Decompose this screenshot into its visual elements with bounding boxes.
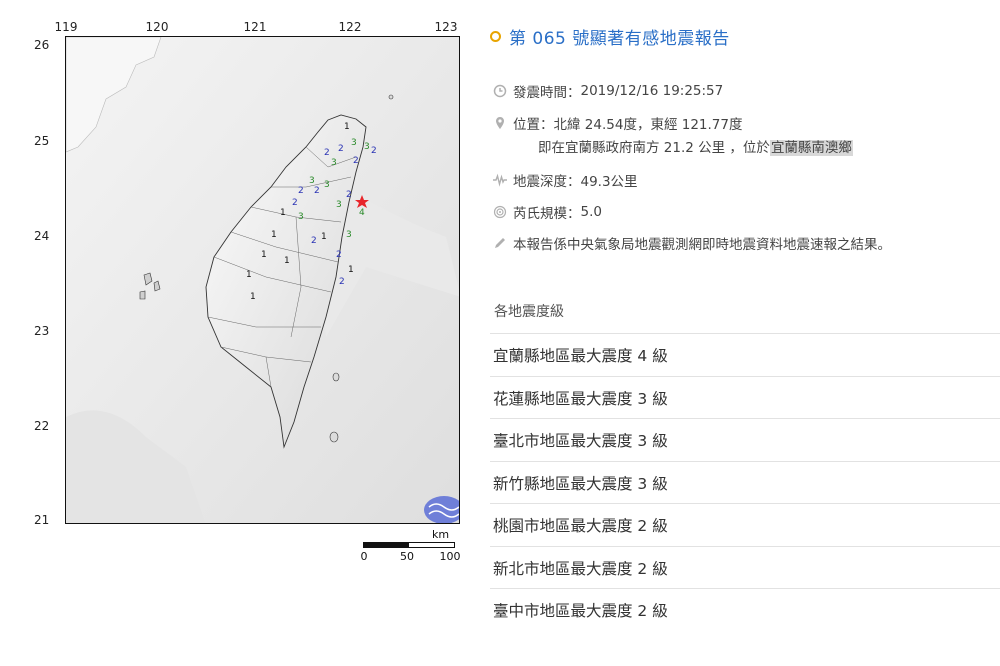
intensity-2: 2 xyxy=(353,156,359,166)
intensity-3: 3 xyxy=(331,158,337,168)
clock-icon xyxy=(493,84,507,98)
earthquake-report: 第 065 號顯著有感地震報告 發震時間： 2019/12/16 19:25:5… xyxy=(490,0,1000,666)
lat-tick: 26 xyxy=(34,38,50,52)
intensity-3: 3 xyxy=(336,200,342,210)
intensity-1: 1 xyxy=(284,256,290,266)
lat-tick: 22 xyxy=(34,419,50,433)
intensity-4: 4 xyxy=(359,208,365,218)
report-title: 第 065 號顯著有感地震報告 xyxy=(509,29,730,49)
note-row: 本報告係中央氣象局地震觀測網即時地震資料地震速報之結果。 xyxy=(493,233,891,253)
intensity-1: 1 xyxy=(344,122,350,132)
scale-unit: km xyxy=(432,528,450,541)
lat-tick: 23 xyxy=(34,324,50,338)
scale-label: 0 xyxy=(360,550,368,563)
intensity-1: 1 xyxy=(250,292,256,302)
lat-tick: 24 xyxy=(34,229,50,243)
intensity-3: 3 xyxy=(298,212,304,222)
lon-tick: 121 xyxy=(243,20,267,34)
intensity-3: 3 xyxy=(351,138,357,148)
location-detail: 即在宜蘭縣政府南方 21.2 公里 ，位於 xyxy=(538,140,770,156)
location-row: 位置： 北緯 24.54度，東經 121.77度 xyxy=(493,113,742,133)
intensity-2: 2 xyxy=(324,148,330,158)
lon-tick: 120 xyxy=(145,20,169,34)
lon-tick: 122 xyxy=(338,20,362,34)
magnitude-value: 5.0 xyxy=(580,204,602,220)
list-item: 臺中市地區最大震度 2 級 xyxy=(490,588,1000,631)
scale-bar xyxy=(363,542,455,548)
intensity-2: 2 xyxy=(298,186,304,196)
location-detail-row: 即在宜蘭縣政府南方 21.2 公里 ，位於宜蘭縣南澳鄉 xyxy=(538,136,853,156)
map-frame: 1 2 2 3 3 3 2 3 2 2 3 2 3 1 3 2 2 1 1 1 xyxy=(65,36,460,524)
time-label: 發震時間： xyxy=(513,85,581,101)
intensity-list: 宜蘭縣地區最大震度 4 級 花蓮縣地區最大震度 3 級 臺北市地區最大震度 3 … xyxy=(490,333,1000,631)
lat-tick: 25 xyxy=(34,134,50,148)
intensity-2: 2 xyxy=(336,250,342,260)
lon-tick: 119 xyxy=(54,20,78,34)
intensity-2: 2 xyxy=(314,186,320,196)
earthquake-map: 119 120 121 122 123 26 25 24 23 22 21 1 … xyxy=(30,18,470,563)
scale-label: 100 xyxy=(439,550,461,563)
intensity-section-title: 各地震度級 xyxy=(494,304,564,320)
intensity-3: 3 xyxy=(324,180,330,190)
intensity-2: 2 xyxy=(339,277,345,287)
location-town: 宜蘭縣南澳鄉 xyxy=(769,140,853,156)
seismic-wave-icon xyxy=(493,173,507,187)
taiwan-relief-map: 1 2 2 3 3 3 2 3 2 2 3 2 3 1 3 2 2 1 1 1 xyxy=(66,37,459,523)
report-note: 本報告係中央氣象局地震觀測網即時地震資料地震速報之結果。 xyxy=(513,237,891,253)
intensity-1: 1 xyxy=(280,208,286,218)
intensity-1: 1 xyxy=(271,230,277,240)
time-value: 2019/12/16 19:25:57 xyxy=(580,83,724,99)
intensity-2: 2 xyxy=(338,144,344,154)
list-item: 新竹縣地區最大震度 3 級 xyxy=(490,460,1000,504)
pencil-icon xyxy=(495,238,505,248)
depth-value: 49.3公里 xyxy=(580,174,638,190)
intensity-1: 1 xyxy=(246,270,252,280)
magnitude-rings-icon xyxy=(493,205,507,219)
intensity-3: 3 xyxy=(346,230,352,240)
intensity-3: 3 xyxy=(364,142,370,152)
map-pin-icon xyxy=(496,117,504,129)
magnitude-label: 芮氏規模： xyxy=(513,206,581,222)
list-item: 臺北市地區最大震度 3 級 xyxy=(490,418,1000,461)
intensity-2: 2 xyxy=(371,146,377,156)
intensity-1: 1 xyxy=(348,265,354,275)
location-value: 北緯 24.54度，東經 121.77度 xyxy=(553,117,743,133)
list-item: 宜蘭縣地區最大震度 4 級 xyxy=(490,333,1000,376)
intensity-1: 1 xyxy=(261,250,267,260)
list-item: 桃園市地區最大震度 2 級 xyxy=(490,503,1000,546)
list-item: 花蓮縣地區最大震度 3 級 xyxy=(490,375,1000,419)
time-row: 發震時間： 2019/12/16 19:25:57 xyxy=(493,81,723,101)
location-label: 位置： xyxy=(513,117,554,133)
magnitude-row: 芮氏規模： 5.0 xyxy=(493,202,602,222)
lat-tick: 21 xyxy=(34,513,50,527)
intensity-3: 3 xyxy=(309,176,315,186)
intensity-2: 2 xyxy=(346,190,352,200)
depth-label: 地震深度： xyxy=(513,174,581,190)
lon-tick: 123 xyxy=(434,20,458,34)
intensity-1: 1 xyxy=(321,232,327,242)
intensity-2: 2 xyxy=(292,198,298,208)
intensity-2: 2 xyxy=(311,236,317,246)
scale-label: 50 xyxy=(400,550,414,563)
list-item: 新北市地區最大震度 2 級 xyxy=(490,545,1000,589)
bullet-icon xyxy=(490,31,501,42)
report-header: 第 065 號顯著有感地震報告 xyxy=(490,24,730,49)
depth-row: 地震深度： 49.3公里 xyxy=(493,170,638,190)
